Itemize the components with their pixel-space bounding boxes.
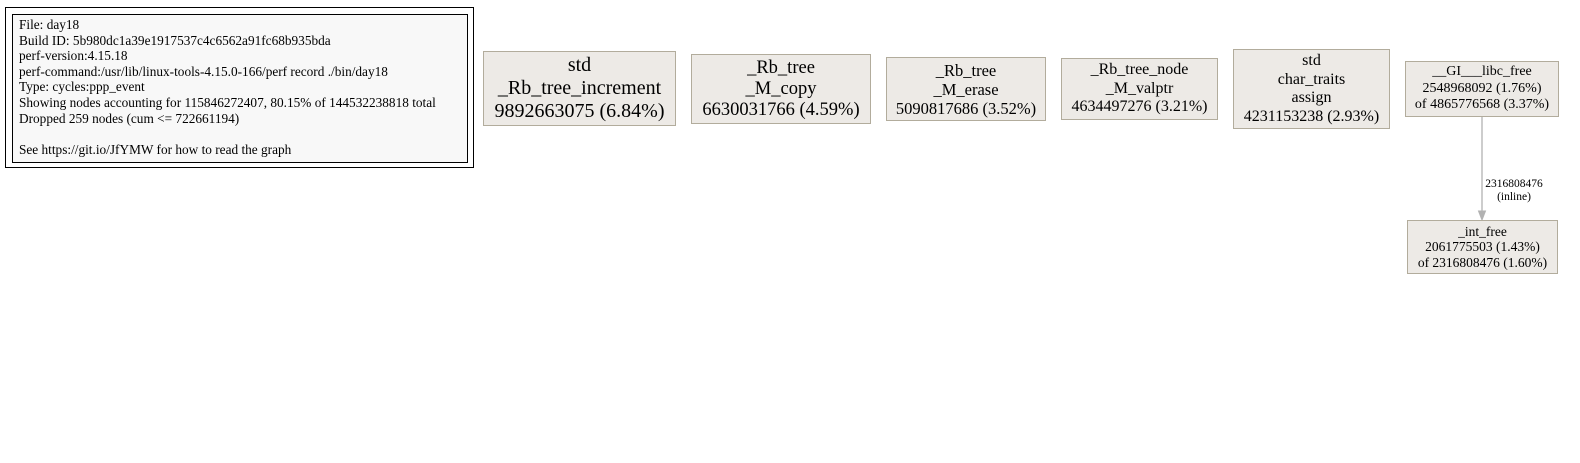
edge-layer (1477, 117, 1487, 222)
edge-arrowhead (1477, 210, 1487, 222)
edge-label: 2316808476 (inline) (1483, 178, 1545, 204)
node-cum-value: of 2316808476 (1.60%) (1417, 254, 1548, 270)
node-label: _int_free (1458, 223, 1507, 239)
edge-libc-free-to-int-free[interactable] (1477, 117, 1487, 222)
node-int-free[interactable]: _int_free 2061775503 (1.43%) of 23168084… (1407, 220, 1558, 274)
node-value: 2061775503 (1.43%) (1425, 239, 1540, 255)
edge-inline-tag: (inline) (1497, 191, 1531, 203)
edge-weight: 2316808476 (1485, 178, 1543, 190)
